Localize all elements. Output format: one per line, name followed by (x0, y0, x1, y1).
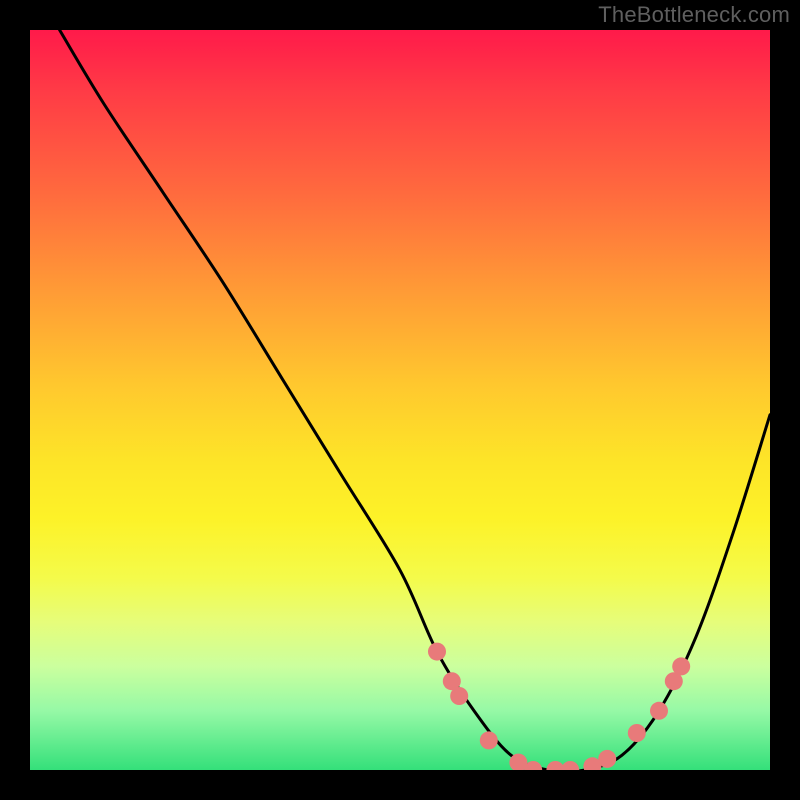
curve-layer (30, 30, 770, 770)
watermark-text: TheBottleneck.com (598, 2, 790, 28)
highlight-markers (428, 643, 690, 770)
bottleneck-curve (60, 30, 770, 770)
chart-frame: TheBottleneck.com (0, 0, 800, 800)
marker-dot (480, 731, 498, 749)
marker-dot (650, 702, 668, 720)
marker-dot (672, 657, 690, 675)
marker-dot (561, 761, 579, 770)
plot-area (30, 30, 770, 770)
marker-dot (450, 687, 468, 705)
marker-dot (428, 643, 446, 661)
marker-dot (598, 750, 616, 768)
marker-dot (628, 724, 646, 742)
